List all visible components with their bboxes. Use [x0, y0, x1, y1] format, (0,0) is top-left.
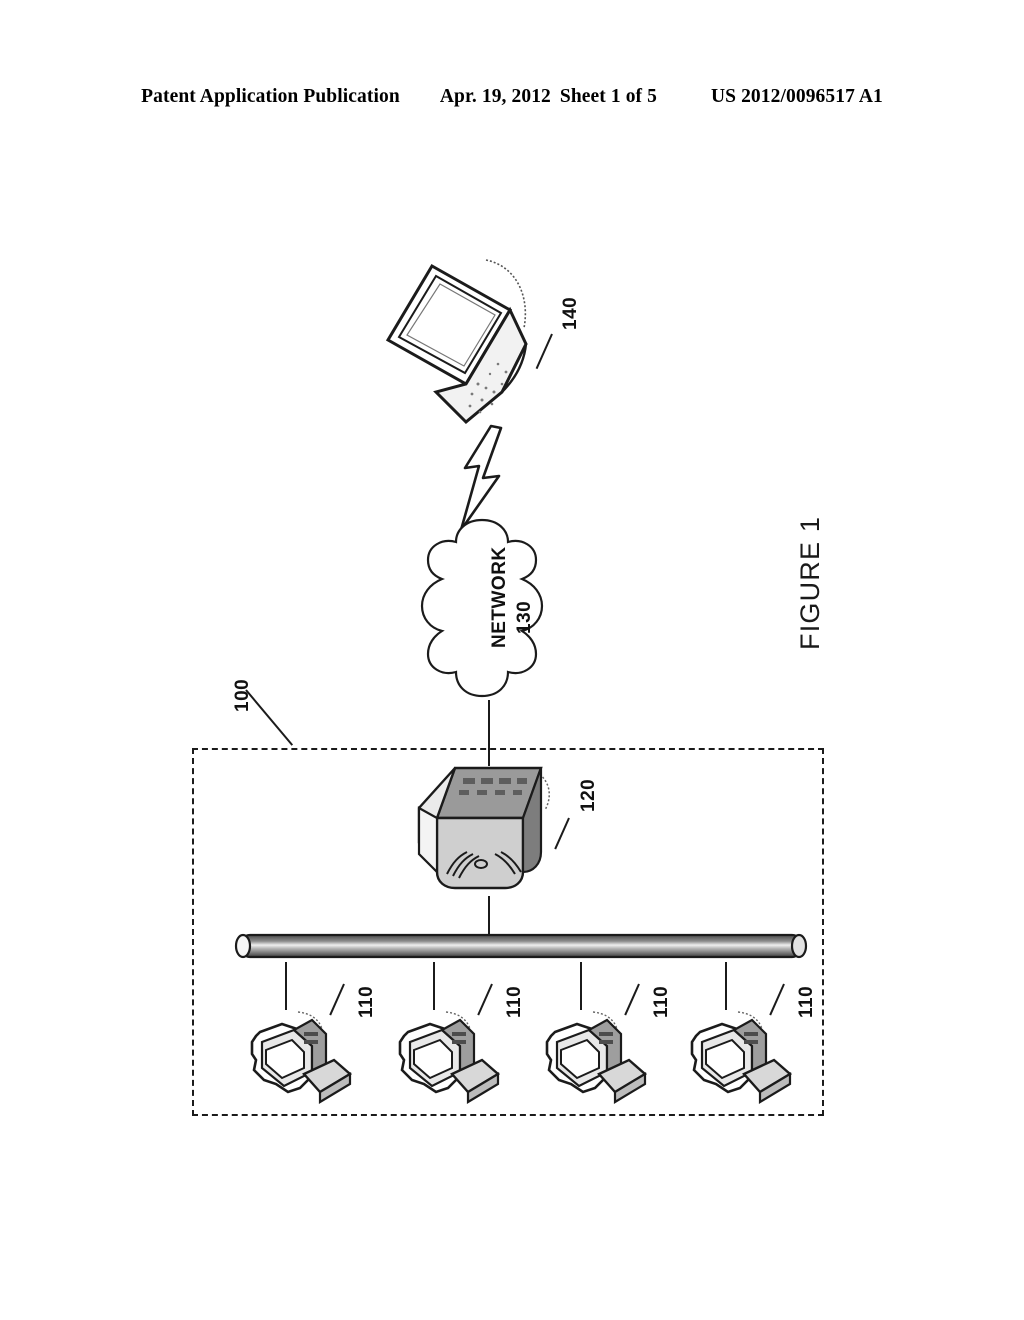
- figure-1-drawing: FIGURE 1 140 NETWORK 130 100 120 110 110…: [0, 0, 1024, 1320]
- workstation-group-4: 110: [678, 962, 828, 1112]
- workstation-icon: [390, 1002, 510, 1114]
- workstation-group-3: 110: [533, 962, 683, 1112]
- server-icon: [413, 762, 565, 898]
- reference-numeral-110: 110: [504, 985, 525, 1018]
- reference-numeral-140: 140: [560, 296, 581, 330]
- workstation-icon: [682, 1002, 802, 1114]
- laptop-computer-icon: [374, 252, 550, 432]
- workstation-group-2: 110: [386, 962, 536, 1112]
- reference-numeral-130: 130: [514, 600, 535, 634]
- figure-caption: FIGURE 1: [795, 515, 825, 650]
- network-bus-icon: [230, 932, 812, 960]
- reference-numeral-110: 110: [651, 985, 672, 1018]
- reference-numeral-110: 110: [796, 985, 817, 1018]
- reference-numeral-110: 110: [356, 985, 377, 1018]
- workstation-icon: [242, 1002, 362, 1114]
- workstation-group-1: 110: [238, 962, 388, 1112]
- leader-line-100: [245, 689, 294, 746]
- reference-numeral-120: 120: [578, 778, 599, 812]
- workstation-icon: [537, 1002, 657, 1114]
- cloud-label: NETWORK: [489, 546, 510, 648]
